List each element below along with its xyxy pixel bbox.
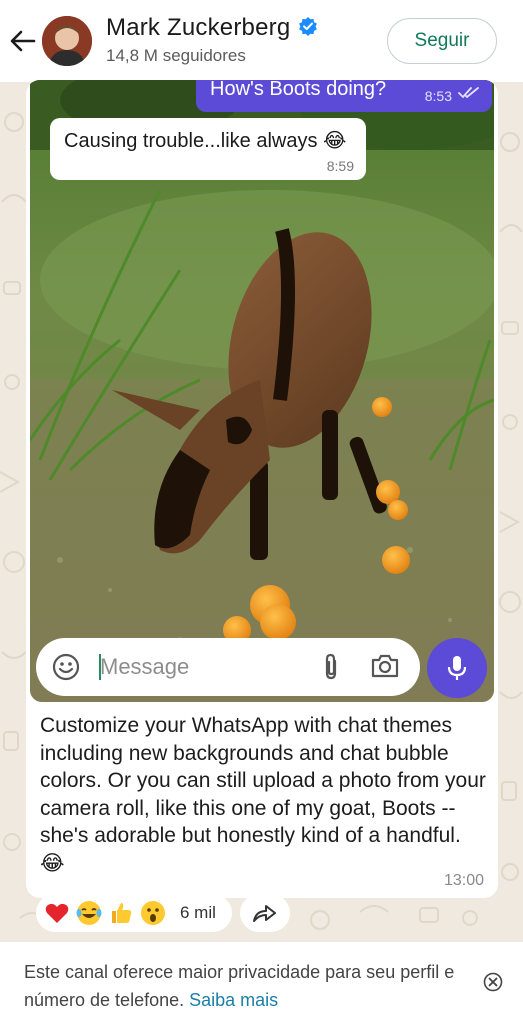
- thumbs-up-icon: [108, 900, 134, 926]
- message-composer: [36, 638, 420, 696]
- double-check-icon: [458, 86, 480, 104]
- reactions-bar[interactable]: 6 mil: [36, 894, 232, 932]
- paperclip-icon[interactable]: [320, 653, 342, 686]
- incoming-chat-bubble: Causing trouble...like always 😂 8:59: [50, 118, 366, 180]
- emoji-icon[interactable]: [52, 653, 80, 686]
- page-title: Mark Zuckerberg: [106, 14, 291, 41]
- privacy-notice-text: Este canal oferece maior privacidade par…: [24, 958, 464, 1014]
- tears-of-joy-icon: [76, 900, 102, 926]
- incoming-message-text: Causing trouble...like always 😂: [64, 130, 347, 152]
- message-time: 13:00: [443, 872, 484, 889]
- close-icon[interactable]: [483, 972, 503, 997]
- incoming-message-time: 8:59: [326, 158, 354, 174]
- outgoing-message-time: 8:53: [424, 88, 452, 104]
- verified-badge-icon: [298, 16, 318, 41]
- goat-photo[interactable]: How's Boots doing? 8:53 Causing trouble.…: [30, 80, 494, 702]
- channel-title-block[interactable]: Mark Zuckerberg 14,8 M seguidores: [106, 14, 318, 66]
- reaction-count: 6 mil: [180, 903, 216, 922]
- camera-icon[interactable]: [370, 653, 400, 684]
- message-input[interactable]: [94, 638, 314, 696]
- follow-button[interactable]: Seguir: [387, 18, 497, 64]
- surprised-face-icon: [140, 900, 166, 926]
- message-caption: Customize your WhatsApp with chat themes…: [40, 714, 486, 875]
- channel-header: Mark Zuckerberg 14,8 M seguidores Seguir: [0, 0, 523, 82]
- follower-count: 14,8 M seguidores: [106, 46, 246, 65]
- privacy-notice: Este canal oferece maior privacidade par…: [0, 942, 523, 1024]
- learn-more-link[interactable]: Saiba mais: [189, 990, 278, 1010]
- forward-icon[interactable]: [240, 894, 290, 932]
- heart-icon: [44, 900, 70, 926]
- avatar[interactable]: [42, 16, 92, 66]
- text-caret: [99, 654, 101, 680]
- channel-message-card[interactable]: How's Boots doing? 8:53 Causing trouble.…: [26, 80, 498, 898]
- outgoing-message-text: How's Boots doing?: [210, 80, 387, 100]
- microphone-icon[interactable]: [427, 638, 487, 698]
- outgoing-chat-bubble: How's Boots doing? 8:53: [196, 80, 492, 112]
- back-arrow-icon[interactable]: [8, 26, 38, 56]
